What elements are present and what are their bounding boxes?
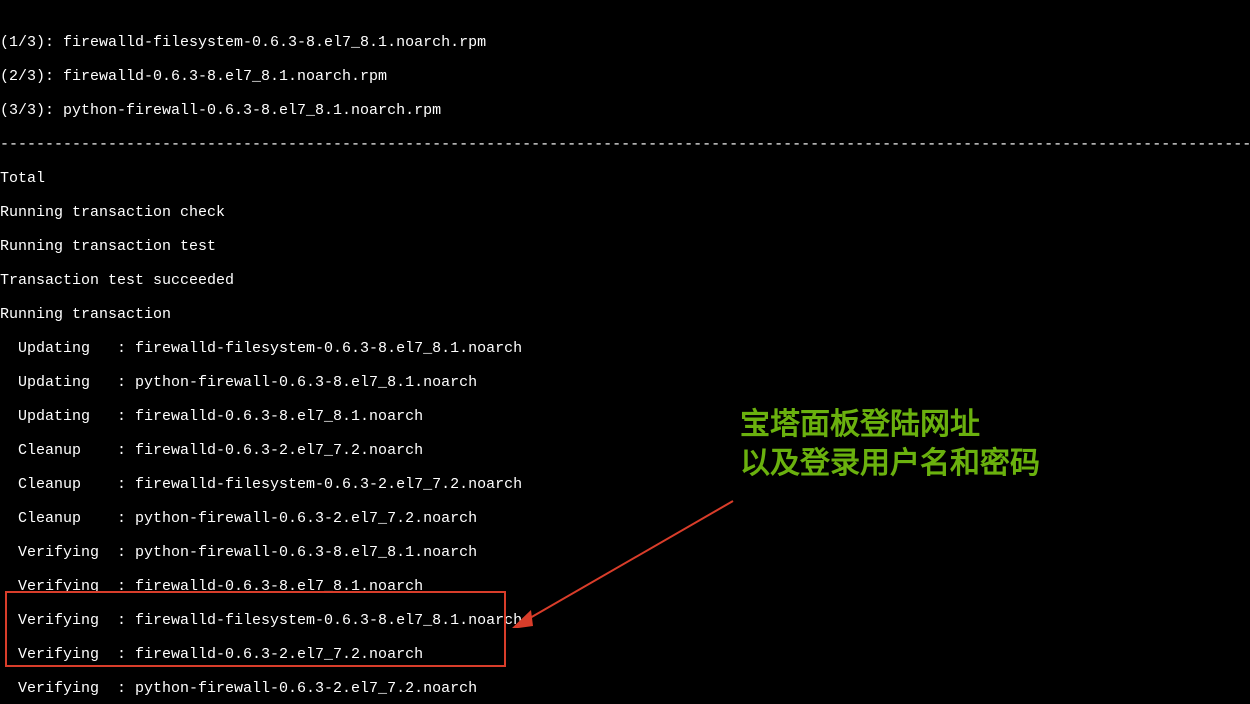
upd-3: Updating : firewalld-0.6.3-8.el7_8.1.noa… xyxy=(0,408,1250,425)
pkg-line-1: (1/3): firewalld-filesystem-0.6.3-8.el7_… xyxy=(0,34,1250,51)
upd-1: Updating : firewalld-filesystem-0.6.3-8.… xyxy=(0,340,1250,357)
txn-run: Running transaction xyxy=(0,306,1250,323)
annotation-line-1: 宝塔面板登陆网址 xyxy=(740,408,980,441)
terminal[interactable]: (1/3): firewalld-filesystem-0.6.3-8.el7_… xyxy=(0,0,1250,704)
pkg-line-2: (2/3): firewalld-0.6.3-8.el7_8.1.noarch.… xyxy=(0,68,1250,85)
cln-3: Cleanup : python-firewall-0.6.3-2.el7_7.… xyxy=(0,510,1250,527)
ver-2: Verifying : firewalld-0.6.3-8.el7_8.1.no… xyxy=(0,578,1250,595)
ver-1: Verifying : python-firewall-0.6.3-8.el7_… xyxy=(0,544,1250,561)
cln-2: Cleanup : firewalld-filesystem-0.6.3-2.e… xyxy=(0,476,1250,493)
ver-5: Verifying : python-firewall-0.6.3-2.el7_… xyxy=(0,680,1250,697)
upd-2: Updating : python-firewall-0.6.3-8.el7_8… xyxy=(0,374,1250,391)
total-line: Total xyxy=(0,170,1250,187)
txn-check: Running transaction check xyxy=(0,204,1250,221)
annotation-line-2: 以及登录用户名和密码 xyxy=(740,447,1040,480)
txn-test-ok: Transaction test succeeded xyxy=(0,272,1250,289)
ver-3: Verifying : firewalld-filesystem-0.6.3-8… xyxy=(0,612,1250,629)
annotation-text: 宝塔面板登陆网址以及登录用户名和密码 xyxy=(740,405,1040,483)
ver-4: Verifying : firewalld-0.6.3-2.el7_7.2.no… xyxy=(0,646,1250,663)
txn-test: Running transaction test xyxy=(0,238,1250,255)
pkg-line-3: (3/3): python-firewall-0.6.3-8.el7_8.1.n… xyxy=(0,102,1250,119)
cln-1: Cleanup : firewalld-0.6.3-2.el7_7.2.noar… xyxy=(0,442,1250,459)
divider-dash-1: ----------------------------------------… xyxy=(0,136,1250,153)
